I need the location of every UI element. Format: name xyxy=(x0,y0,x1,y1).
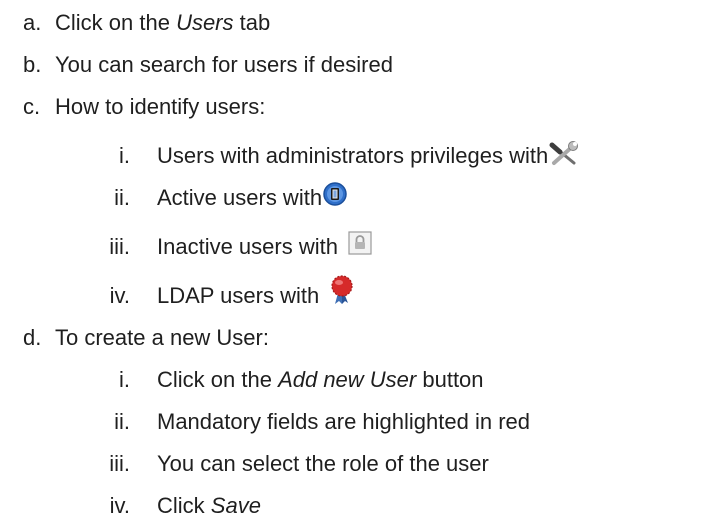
list-marker: ii. xyxy=(114,185,130,210)
text-fragment: LDAP users with xyxy=(157,283,326,308)
text-fragment: tab xyxy=(233,10,271,35)
lock-icon xyxy=(348,231,372,255)
list-marker: iv. xyxy=(109,283,130,308)
list-marker: b. xyxy=(23,52,42,77)
text-fragment: button xyxy=(416,367,484,392)
text-fragment: Click on the xyxy=(157,367,279,392)
text-fragment: Click on the xyxy=(55,10,177,35)
list-item-text: Click on the Add new User button xyxy=(157,366,484,394)
list-item-text: Click on the Users tab xyxy=(55,9,270,37)
list-marker: c. xyxy=(23,94,41,119)
text-fragment: Users with administrators privileges wit… xyxy=(157,143,549,168)
wrench-screwdriver-icon xyxy=(548,141,579,167)
list-item-text: Users with administrators privileges wit… xyxy=(157,141,579,170)
ldap-seal-icon xyxy=(329,275,355,305)
list-marker: ii. xyxy=(114,409,130,434)
list-marker: i. xyxy=(119,367,130,392)
list-marker: iii. xyxy=(109,234,130,259)
list-item-text: Active users with xyxy=(157,181,348,212)
list-marker: a. xyxy=(23,10,42,35)
list-item-text: Click Save xyxy=(157,492,261,520)
emphasis-users: Users xyxy=(176,10,234,35)
active-user-icon xyxy=(322,181,348,207)
list-item-text: You can search for users if desired xyxy=(55,52,393,77)
list-item-text: How to identify users: xyxy=(55,94,266,119)
list-marker: d. xyxy=(23,325,42,350)
text-fragment: Inactive users with xyxy=(157,234,345,259)
emphasis-add-new-user: Add new User xyxy=(278,367,417,392)
document-page: { "list": { "a": { "marker": "a.", "pre"… xyxy=(0,0,713,529)
list-marker: iii. xyxy=(109,451,130,476)
emphasis-save: Save xyxy=(210,493,261,518)
list-item-text: LDAP users with xyxy=(157,275,355,312)
list-item-text: Inactive users with xyxy=(157,231,372,261)
list-item-text: You can select the role of the user xyxy=(157,451,489,476)
list-item-text: Mandatory fields are highlighted in red xyxy=(157,409,531,434)
text-fragment: Active users with xyxy=(157,185,323,210)
list-marker: iv. xyxy=(109,493,130,518)
text-fragment: Click xyxy=(157,493,211,518)
list-marker: i. xyxy=(119,143,130,168)
list-item-text: To create a new User: xyxy=(55,325,269,350)
